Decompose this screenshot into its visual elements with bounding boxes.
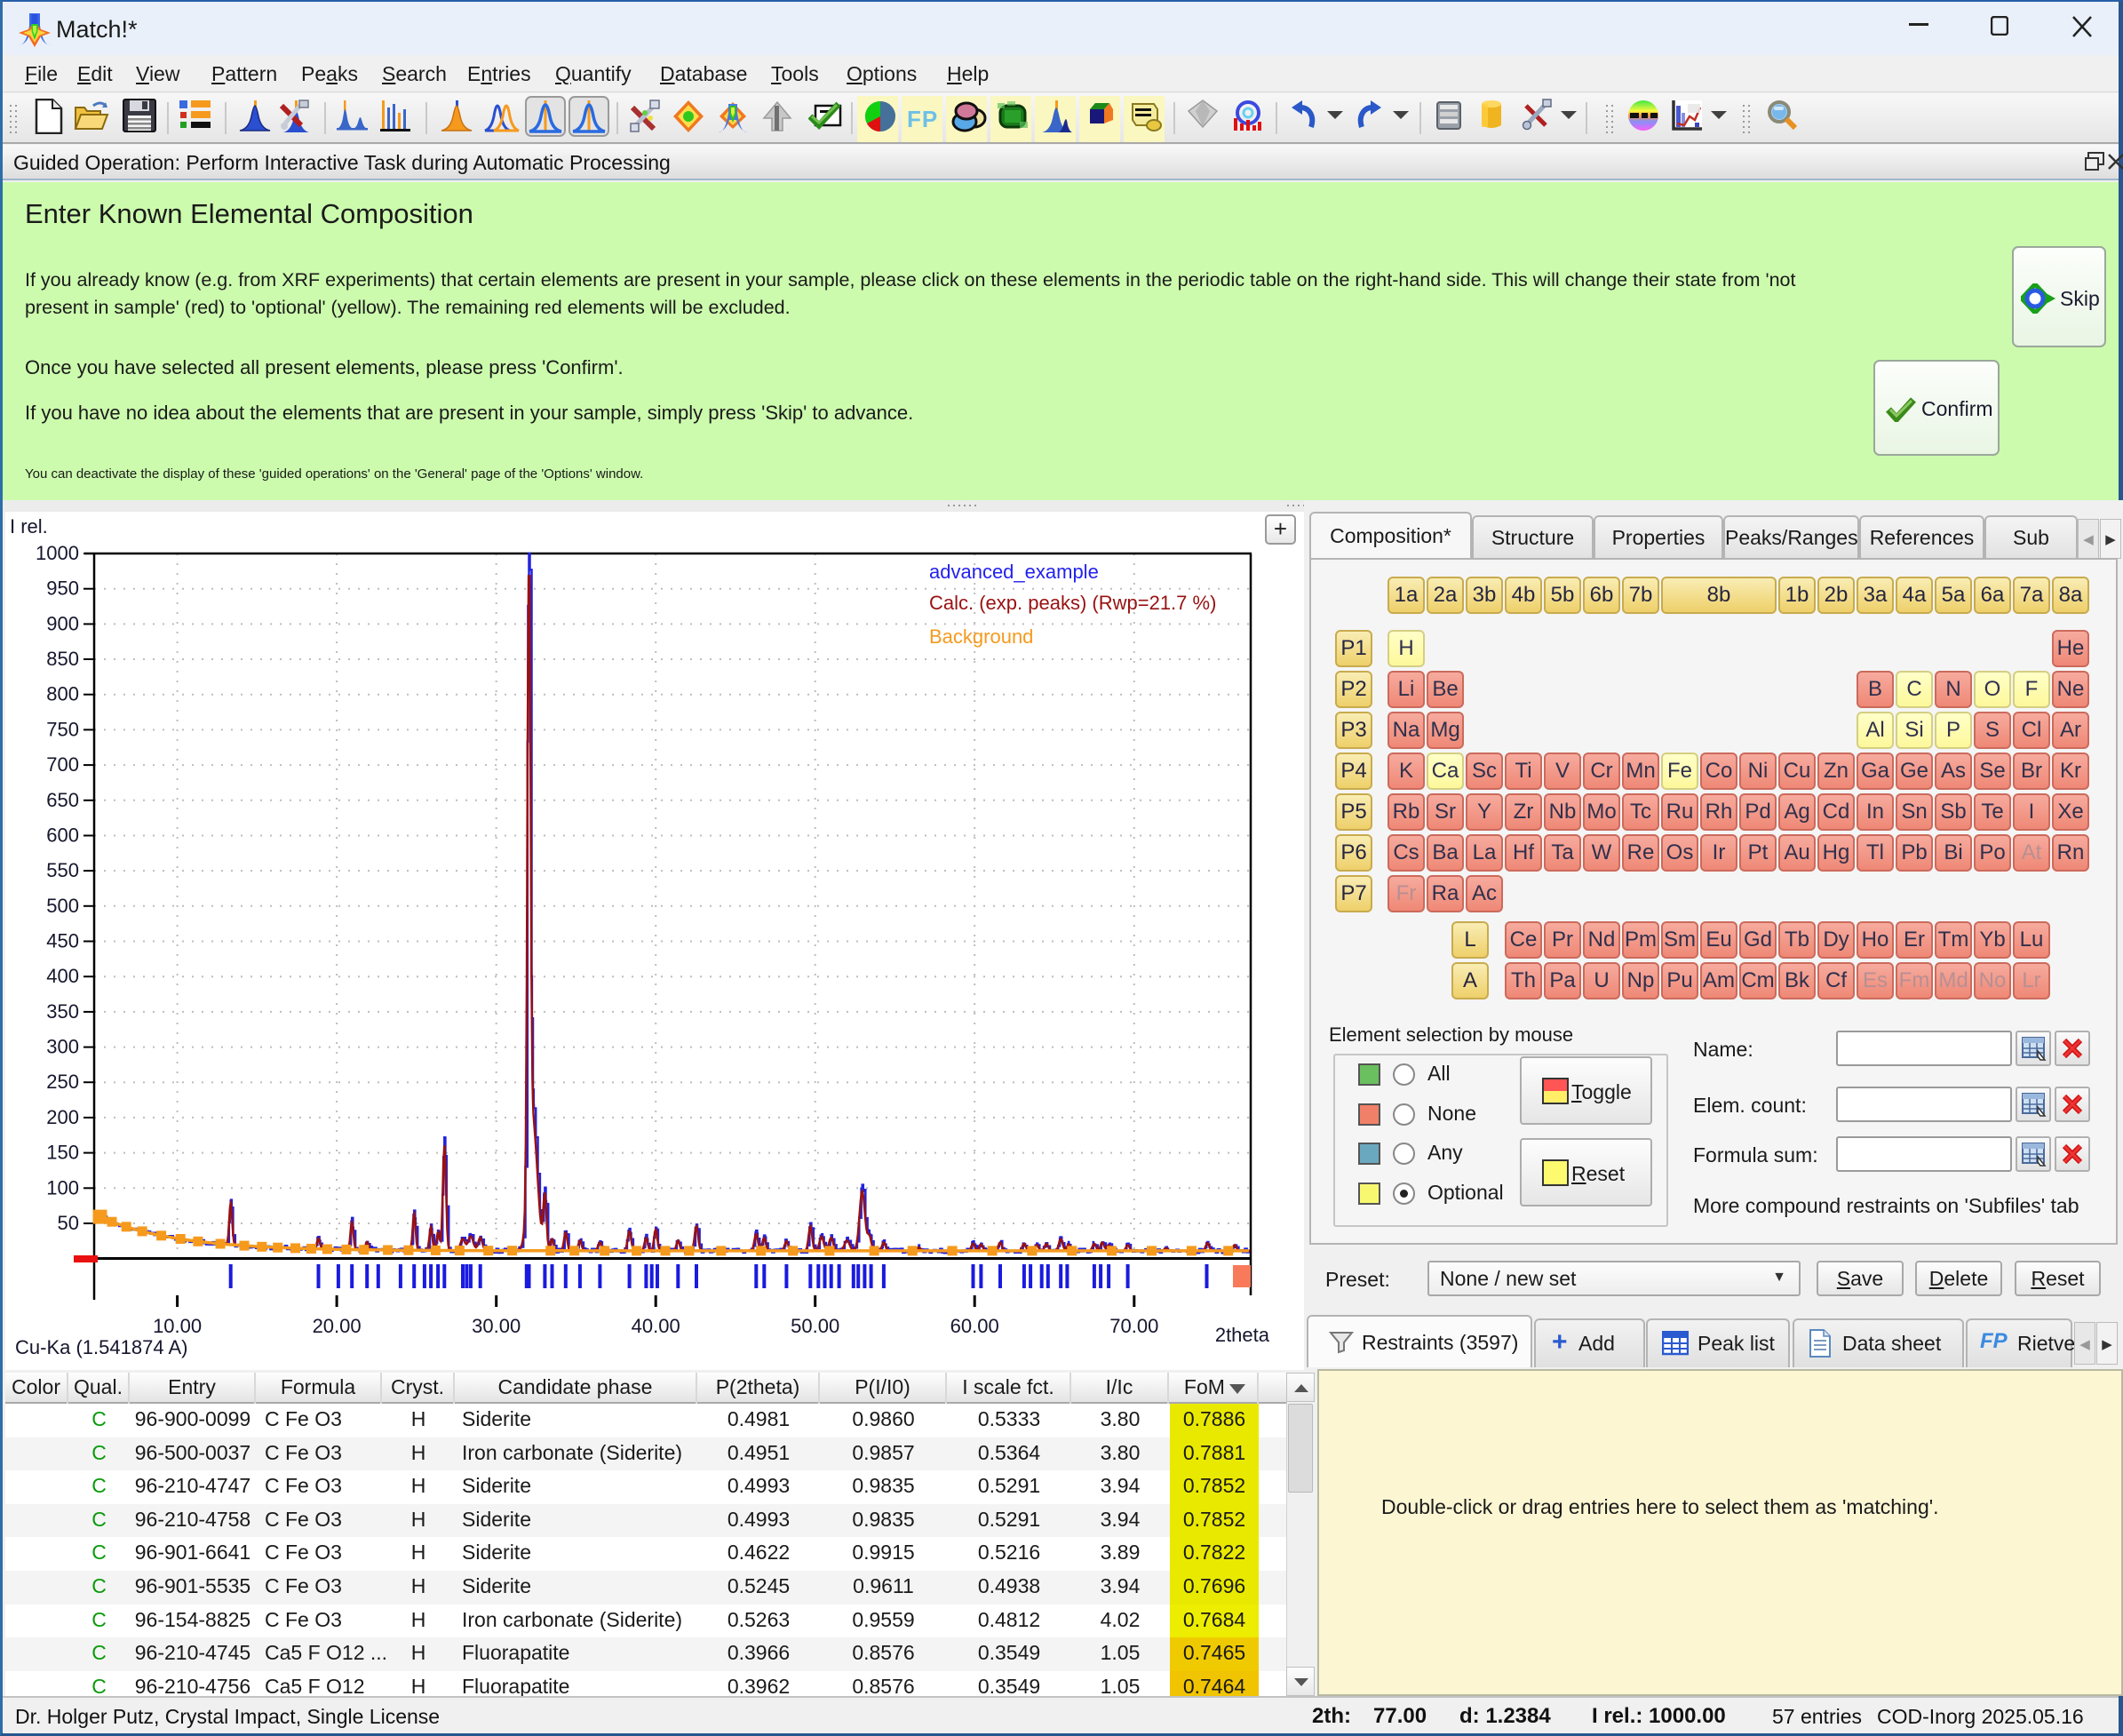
svg-text:60.00: 60.00	[950, 1315, 999, 1337]
svg-text:2theta: 2theta	[1215, 1324, 1270, 1346]
svg-text:350: 350	[46, 1000, 79, 1023]
svg-text:100: 100	[46, 1176, 79, 1198]
svg-text:650: 650	[46, 789, 79, 811]
svg-text:Calc. (exp. peaks) (Rwp=21.7 %: Calc. (exp. peaks) (Rwp=21.7 %)	[929, 592, 1216, 614]
svg-text:700: 700	[46, 753, 79, 776]
svg-text:20.00: 20.00	[313, 1315, 362, 1337]
svg-text:30.00: 30.00	[472, 1315, 521, 1337]
svg-text:70.00: 70.00	[1109, 1315, 1158, 1337]
svg-text:250: 250	[46, 1071, 79, 1093]
svg-text:50.00: 50.00	[791, 1315, 839, 1337]
svg-text:Background: Background	[929, 625, 1033, 648]
svg-text:150: 150	[46, 1142, 79, 1164]
svg-text:950: 950	[46, 577, 79, 600]
svg-text:40.00: 40.00	[632, 1315, 680, 1337]
svg-text:500: 500	[46, 895, 79, 917]
svg-text:750: 750	[46, 718, 79, 740]
svg-text:advanced_example: advanced_example	[929, 561, 1099, 583]
svg-text:550: 550	[46, 859, 79, 881]
svg-text:300: 300	[46, 1036, 79, 1058]
svg-text:450: 450	[46, 930, 79, 952]
svg-text:400: 400	[46, 965, 79, 987]
svg-text:900: 900	[46, 612, 79, 634]
svg-text:Cu-Ka (1.541874 A): Cu-Ka (1.541874 A)	[15, 1336, 187, 1358]
svg-text:200: 200	[46, 1106, 79, 1128]
svg-text:50: 50	[58, 1212, 79, 1234]
svg-text:800: 800	[46, 683, 79, 705]
svg-text:1000: 1000	[36, 542, 79, 564]
svg-text:I rel.: I rel.	[10, 515, 48, 538]
svg-text:850: 850	[46, 648, 79, 670]
svg-text:10.00: 10.00	[153, 1315, 202, 1337]
svg-text:600: 600	[46, 824, 79, 847]
